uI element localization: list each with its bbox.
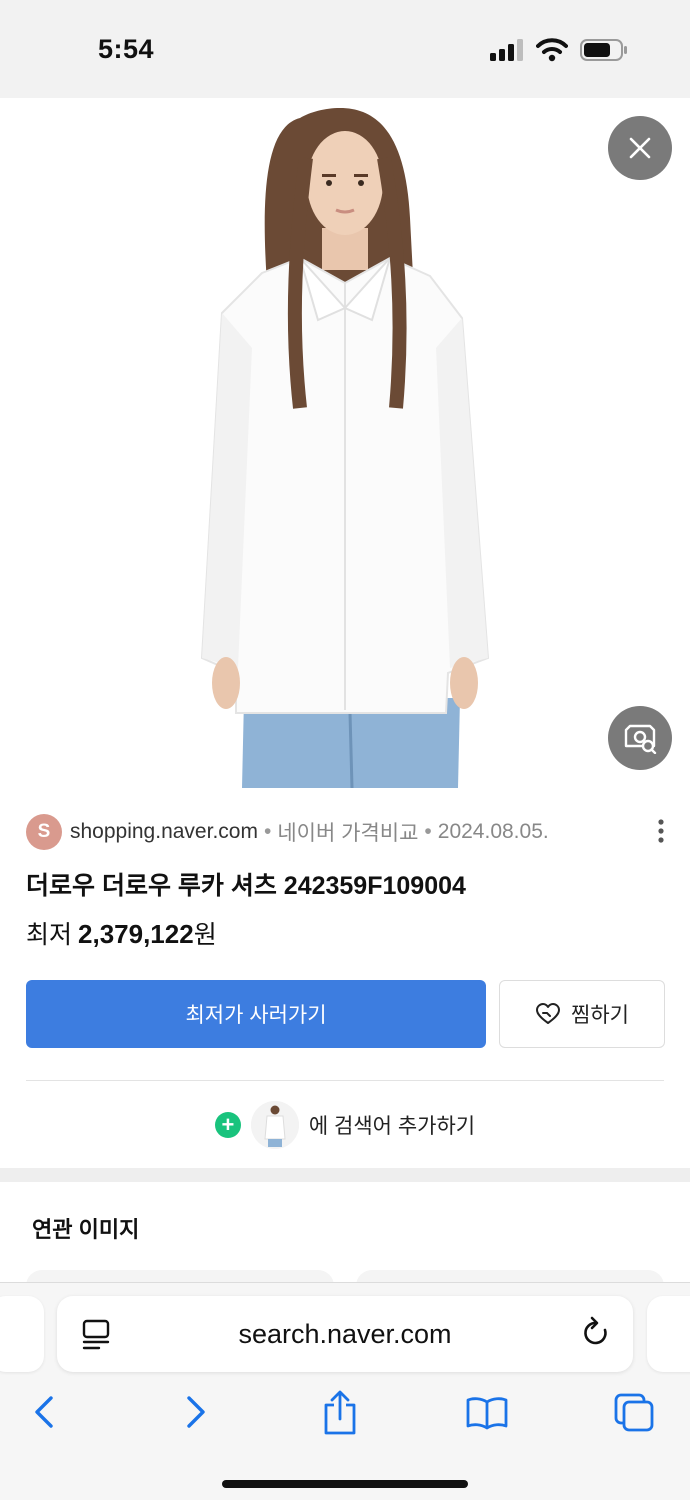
close-icon (629, 137, 651, 159)
page-menu-button[interactable] (81, 1318, 111, 1355)
chevron-right-icon (187, 1396, 205, 1428)
buy-button-label: 최저가 사러가기 (185, 1004, 327, 1027)
book-icon (466, 1397, 508, 1430)
more-vertical-icon (658, 819, 664, 843)
price-unit: 원 (193, 921, 217, 949)
more-options-button[interactable] (656, 818, 666, 849)
product-photo-illustration (0, 98, 690, 788)
product-image[interactable] (0, 98, 690, 788)
source-provider: 네이버 가격비교 (277, 822, 419, 845)
divider (26, 1080, 664, 1081)
bookmarks-button[interactable] (463, 1384, 511, 1440)
add-to-search-row[interactable]: + 에 검색어 추가하기 (0, 1098, 690, 1152)
page-format-icon (82, 1319, 110, 1350)
add-keyword-label: 에 검색어 추가하기 (308, 1115, 476, 1138)
share-icon (324, 1390, 356, 1435)
product-thumbnail (250, 1101, 299, 1149)
related-images-title: 연관 이미지 (32, 1217, 140, 1242)
thumbnail-illustration (250, 1101, 299, 1149)
product-title[interactable]: 더로우 더로우 루카 셔츠 242359F109004 (26, 866, 466, 902)
source-row: S shopping.naver.com • 네이버 가격비교 • 2024.0… (26, 814, 666, 850)
battery-icon (580, 39, 627, 61)
back-button[interactable] (20, 1384, 68, 1440)
source-domain[interactable]: shopping.naver.com (70, 820, 258, 844)
source-separator-1: • (263, 820, 272, 843)
image-search-button[interactable] (608, 706, 672, 770)
source-separator-2: • (424, 820, 432, 843)
tabs-button[interactable] (610, 1384, 658, 1440)
status-bar: 5:54 (0, 0, 690, 98)
section-gap (0, 1168, 690, 1182)
reload-button[interactable] (581, 1316, 611, 1355)
chevron-left-icon (35, 1396, 53, 1428)
next-tab-preview[interactable] (647, 1296, 690, 1372)
status-icons (490, 38, 628, 62)
wishlist-label: 찜하기 (571, 1004, 629, 1027)
forward-button[interactable] (172, 1384, 220, 1440)
address-bar[interactable]: search.naver.com (57, 1296, 633, 1372)
browser-toolbar (0, 1384, 690, 1440)
heart-icon (536, 1003, 561, 1024)
price-value: 2,379,122 (78, 919, 194, 949)
lens-search-icon (624, 724, 657, 754)
buy-lowest-price-button[interactable]: 최저가 사러가기 (26, 980, 486, 1048)
page: 5:54 S shopping.naver.com • 네이버 가격비교 • 2… (0, 0, 690, 1500)
price-label: 최저 (26, 921, 73, 949)
wifi-icon (536, 38, 568, 62)
close-button[interactable] (608, 116, 672, 180)
source-avatar: S (26, 814, 62, 850)
wishlist-button[interactable]: 찜하기 (499, 980, 665, 1048)
reload-icon (584, 1316, 607, 1345)
share-button[interactable] (316, 1384, 364, 1440)
url-text: search.naver.com (238, 1318, 452, 1349)
source-date: 2024.08.05. (437, 820, 549, 843)
status-time: 5:54 (98, 34, 155, 64)
tabs-icon (614, 1393, 654, 1432)
home-indicator (222, 1480, 468, 1488)
plus-icon: + (214, 1112, 241, 1138)
previous-tab-preview[interactable] (0, 1296, 44, 1372)
price-row: 최저 2,379,122원 (26, 915, 217, 951)
signal-icon (490, 39, 523, 61)
